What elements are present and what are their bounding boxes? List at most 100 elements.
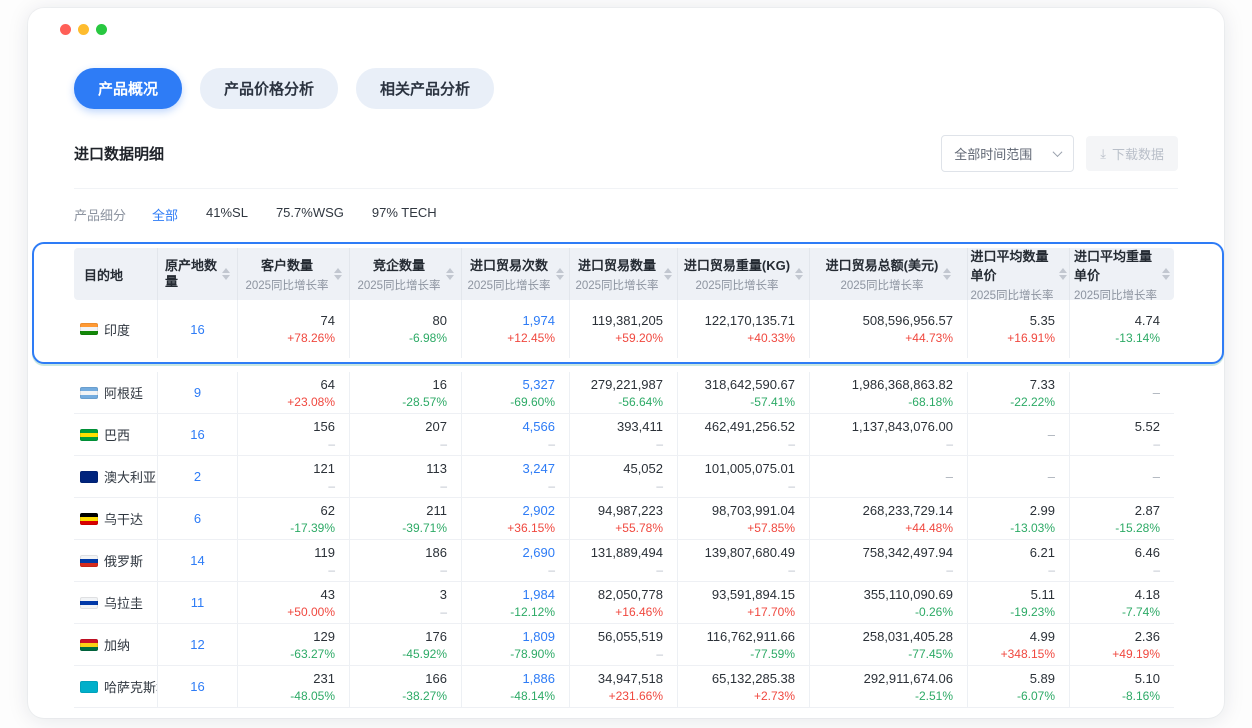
metric-value[interactable]: 1,984: [522, 587, 555, 602]
sort-icon[interactable]: [1162, 268, 1170, 280]
metric-value: –: [1153, 385, 1160, 400]
metric-value: 176: [425, 629, 447, 644]
metric-value: 74: [321, 313, 335, 328]
metric-value[interactable]: 1,886: [522, 671, 555, 686]
minimize-button[interactable]: [78, 24, 89, 35]
metric-value: 43: [321, 587, 335, 602]
column-sublabel: 2025同比增长率: [245, 277, 328, 293]
metric-cell[interactable]: 1,984-12.12%: [462, 582, 570, 623]
toolbar-controls: 全部时间范围 ⤓ 下载数据: [941, 135, 1178, 172]
column-header: 目的地: [74, 248, 158, 300]
metric-cell: 139,807,680.49–: [678, 540, 810, 581]
highlight-annotation: 目的地 原产地数量客户数量2025同比增长率竞企数量2025同比增长率进口贸易次数…: [32, 242, 1224, 364]
metric-cell: 122,170,135.71+40.33%: [678, 300, 810, 358]
column-header[interactable]: 进口平均数量单价2025同比增长率: [968, 248, 1070, 300]
sort-icon[interactable]: [556, 268, 564, 280]
metric-value[interactable]: 1,809: [522, 629, 555, 644]
origin-count[interactable]: 12: [158, 624, 238, 665]
sort-icon[interactable]: [446, 268, 454, 280]
metric-value: 5.10: [1135, 671, 1160, 686]
origin-count[interactable]: 9: [158, 372, 238, 413]
metric-value[interactable]: 2,690: [522, 545, 555, 560]
table-row: 印度1674+78.26%80-6.98%1,974+12.45%119,381…: [74, 300, 1174, 358]
metric-cell[interactable]: 1,809-78.90%: [462, 624, 570, 665]
metric-value: 98,703,991.04: [712, 503, 795, 518]
metric-growth: –: [656, 479, 663, 493]
metric-cell: 74+78.26%: [238, 300, 350, 358]
origin-count[interactable]: 16: [158, 414, 238, 455]
metric-value: 116,762,911.66: [707, 629, 795, 644]
zoom-button[interactable]: [96, 24, 107, 35]
metric-value: 4.74: [1135, 313, 1160, 328]
filter-option[interactable]: 75.7%WSG: [276, 205, 344, 224]
column-header[interactable]: 原产地数量: [158, 248, 238, 300]
origin-count[interactable]: 14: [158, 540, 238, 581]
metric-cell[interactable]: 1,974+12.45%: [462, 300, 570, 358]
time-range-select[interactable]: 全部时间范围: [941, 135, 1074, 172]
metric-cell: –: [1070, 456, 1174, 497]
sort-icon[interactable]: [1059, 268, 1067, 280]
filter-option[interactable]: 全部: [152, 205, 178, 224]
metric-cell: 34,947,518+231.66%: [570, 666, 678, 707]
metric-growth: –: [548, 563, 555, 577]
download-icon: ⤓: [1100, 147, 1106, 160]
column-header[interactable]: 进口平均重量单价2025同比增长率: [1070, 248, 1174, 300]
metric-cell[interactable]: 2,902+36.15%: [462, 498, 570, 539]
destination-cell: 乌干达: [74, 498, 158, 539]
column-header[interactable]: 进口贸易重量(KG)2025同比增长率: [678, 248, 810, 300]
metric-value[interactable]: 4,566: [522, 419, 555, 434]
metric-growth: +44.48%: [905, 521, 953, 535]
metric-cell[interactable]: 4,566–: [462, 414, 570, 455]
metric-cell: 64+23.08%: [238, 372, 350, 413]
metric-cell[interactable]: 3,247–: [462, 456, 570, 497]
origin-count[interactable]: 2: [158, 456, 238, 497]
metric-cell: 93,591,894.15+17.70%: [678, 582, 810, 623]
origin-count[interactable]: 11: [158, 582, 238, 623]
tab-2[interactable]: 产品价格分析: [200, 68, 338, 109]
column-header[interactable]: 进口贸易次数2025同比增长率: [462, 248, 570, 300]
column-header[interactable]: 进口贸易数量2025同比增长率: [570, 248, 678, 300]
origin-count[interactable]: 16: [158, 300, 238, 358]
column-label: 目的地: [84, 265, 123, 284]
table-row: 乌拉圭1143+50.00%3–1,984-12.12%82,050,778+1…: [74, 582, 1174, 624]
close-button[interactable]: [60, 24, 71, 35]
metric-growth: +348.15%: [1001, 647, 1055, 661]
column-header[interactable]: 竞企数量2025同比增长率: [350, 248, 462, 300]
metric-value: 34,947,518: [598, 671, 663, 686]
metric-growth: -63.27%: [290, 647, 335, 661]
main-content: 产品概况产品价格分析相关产品分析 进口数据明细 全部时间范围 ⤓ 下载数据 产品…: [28, 8, 1224, 708]
metric-cell: 131,889,494–: [570, 540, 678, 581]
metric-cell: 318,642,590.67-57.41%: [678, 372, 810, 413]
metric-growth: -22.22%: [1010, 395, 1055, 409]
metric-cell[interactable]: 5,327-69.60%: [462, 372, 570, 413]
metric-value: 139,807,680.49: [705, 545, 795, 560]
origin-count[interactable]: 16: [158, 666, 238, 707]
metric-value[interactable]: 2,902: [522, 503, 555, 518]
metric-cell[interactable]: 1,886-48.14%: [462, 666, 570, 707]
sort-icon[interactable]: [795, 268, 803, 280]
metric-cell: 4.99+348.15%: [968, 624, 1070, 665]
flag-icon: [80, 387, 98, 399]
sort-icon[interactable]: [334, 268, 342, 280]
metric-growth: –: [440, 605, 447, 619]
metric-value[interactable]: 5,327: [522, 377, 555, 392]
filter-option[interactable]: 97% TECH: [372, 205, 437, 224]
metric-growth: -77.45%: [908, 647, 953, 661]
sort-icon[interactable]: [943, 268, 951, 280]
origin-count[interactable]: 6: [158, 498, 238, 539]
sort-icon[interactable]: [222, 268, 230, 280]
filter-option[interactable]: 41%SL: [206, 205, 248, 224]
column-header[interactable]: 客户数量2025同比增长率: [238, 248, 350, 300]
flag-icon: [80, 639, 98, 651]
metric-value: –: [946, 469, 953, 484]
metric-cell[interactable]: 2,690 –: [462, 540, 570, 581]
sort-icon[interactable]: [664, 268, 672, 280]
tab-3[interactable]: 相关产品分析: [356, 68, 494, 109]
download-button[interactable]: ⤓ 下载数据: [1086, 136, 1178, 171]
column-header[interactable]: 进口贸易总额(美元)2025同比增长率: [810, 248, 968, 300]
metric-value[interactable]: 3,247: [522, 461, 555, 476]
tab-1[interactable]: 产品概况: [74, 68, 182, 109]
metric-value: 258,031,405.28: [863, 629, 953, 644]
metric-value[interactable]: 1,974: [522, 313, 555, 328]
metric-cell: –: [968, 414, 1070, 455]
